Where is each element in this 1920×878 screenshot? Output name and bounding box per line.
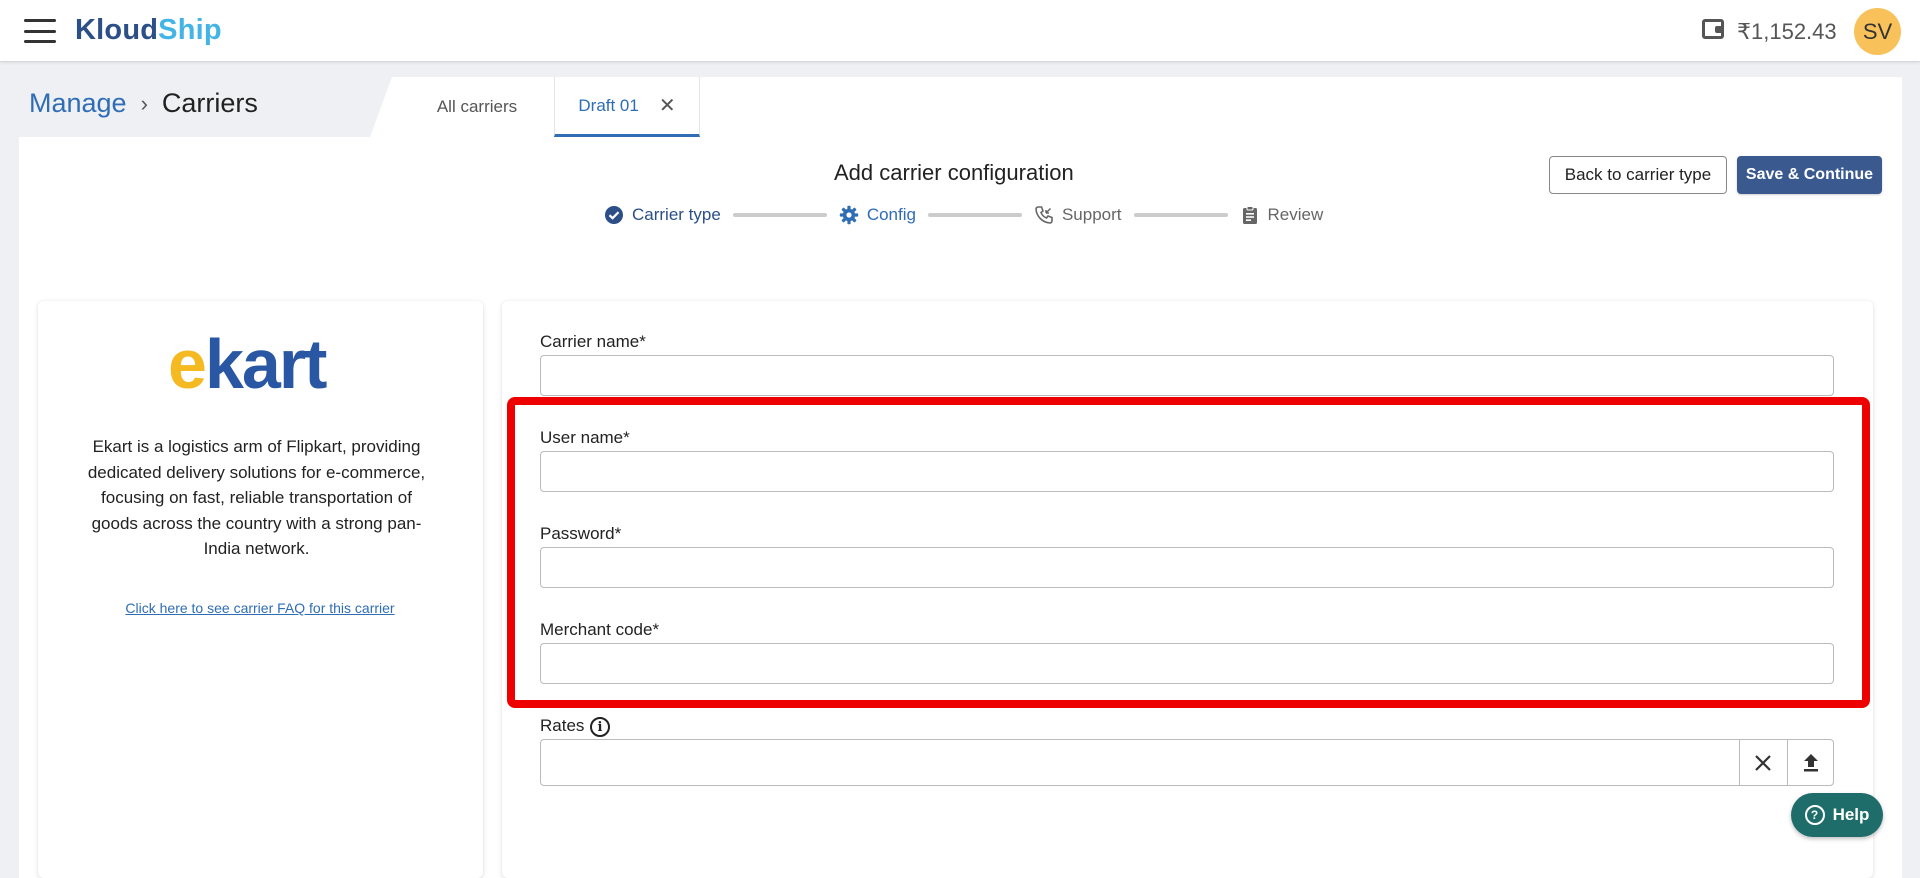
info-icon[interactable]: i	[590, 717, 610, 737]
wallet-balance[interactable]: ₹1,152.43	[1737, 19, 1837, 45]
tab-label: All carriers	[436, 97, 518, 116]
stepper: Carrier type Config Support Review	[604, 205, 1323, 225]
step-config[interactable]: Config	[839, 205, 916, 225]
rates-label: Rates	[540, 716, 585, 735]
page-title: Add carrier configuration	[834, 160, 1074, 185]
breadcrumb: Manage › Carriers	[29, 88, 258, 119]
merchant-code-label: Merchant code*	[540, 620, 660, 639]
ekart-logo-kart: kart	[205, 332, 327, 394]
avatar[interactable]: SV	[1854, 8, 1901, 55]
menu-icon[interactable]	[24, 19, 56, 43]
upload-rates-button[interactable]	[1787, 740, 1833, 785]
step-connector	[927, 213, 1022, 217]
password-input[interactable]	[540, 547, 1834, 588]
tab-label: Draft 01	[578, 95, 639, 115]
check-circle-icon	[605, 206, 623, 224]
breadcrumb-carriers: Carriers	[161, 88, 258, 118]
step-carrier-type[interactable]: Carrier type	[604, 205, 721, 225]
wallet-icon[interactable]	[1702, 19, 1724, 39]
logo-text-ship: Ship	[158, 14, 222, 46]
clear-rates-button[interactable]	[1739, 740, 1786, 785]
ekart-logo-image: e kart	[168, 325, 329, 403]
step-connector	[732, 213, 827, 217]
app-logo[interactable]: KloudShip	[75, 14, 222, 47]
user-name-label: User name*	[540, 428, 630, 447]
tab-draft-01[interactable]: Draft 01 ✕	[554, 77, 700, 137]
close-icon	[1755, 754, 1771, 771]
carrier-name-input[interactable]	[540, 355, 1834, 396]
password-label: Password*	[540, 524, 622, 543]
ekart-logo: e kart	[168, 325, 350, 403]
rates-file-input[interactable]	[540, 739, 1834, 786]
tab-all-carriers[interactable]: All carriers	[400, 77, 554, 137]
carrier-faq-link[interactable]: Click here to see carrier FAQ for this c…	[60, 600, 460, 616]
user-name-input[interactable]	[540, 451, 1834, 492]
step-support[interactable]: Support	[1034, 205, 1122, 225]
step-label: Config	[866, 205, 916, 224]
breadcrumb-manage[interactable]: Manage	[29, 88, 127, 119]
save-continue-button[interactable]: Save & Continue	[1737, 156, 1882, 194]
carrier-description: Ekart is a logistics arm of Flipkart, pr…	[87, 437, 426, 558]
back-to-carrier-type-button[interactable]: Back to carrier type	[1549, 156, 1727, 194]
clipboard-icon	[1242, 206, 1257, 224]
gear-icon	[839, 205, 859, 225]
top-bar: KloudShip ₹1,152.43 SV	[0, 0, 1920, 62]
ekart-logo-e: e	[168, 332, 207, 394]
help-label: Help	[1832, 805, 1870, 824]
chevron-right-icon: ›	[140, 90, 148, 116]
help-question-icon: ?	[1804, 805, 1825, 825]
upload-icon	[1803, 753, 1818, 771]
logo-text-kloud: Kloud	[75, 14, 159, 46]
carrier-name-label: Carrier name*	[540, 332, 646, 351]
step-connector	[1133, 213, 1228, 217]
step-label: Review	[1267, 205, 1324, 224]
step-label: Carrier type	[632, 205, 721, 224]
step-label: Support	[1061, 205, 1122, 224]
help-button[interactable]: ? Help	[1791, 793, 1883, 837]
close-icon[interactable]: ✕	[659, 93, 676, 118]
step-review[interactable]: Review	[1240, 205, 1324, 225]
phone-icon	[1035, 206, 1053, 224]
merchant-code-input[interactable]	[540, 643, 1834, 684]
